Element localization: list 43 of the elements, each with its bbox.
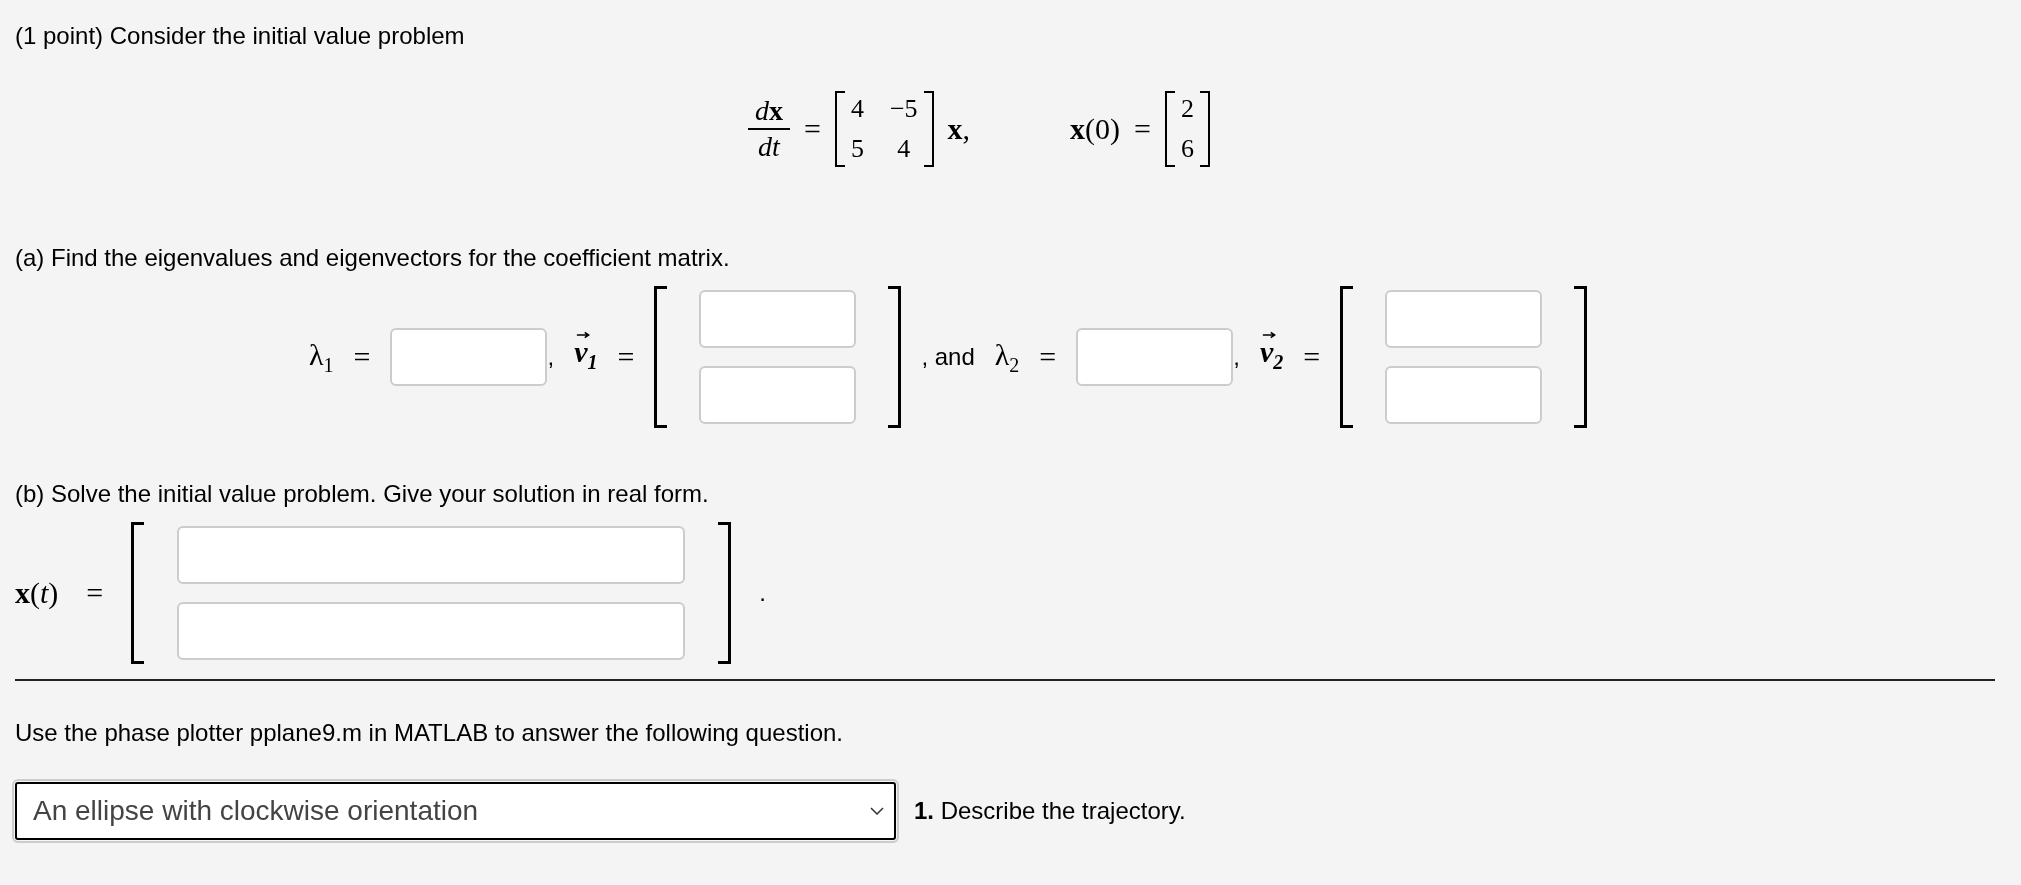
vector-symbol: v$_{2}$ [1259,339,1284,375]
answer-field[interactable] [1385,290,1543,348]
arrow-icon [576,331,591,339]
matrix-entry: 2 [1181,93,1194,125]
answer-field[interactable] [390,328,548,386]
matrix-entry: 4 [896,133,912,165]
answer-dropdown[interactable]: An ellipse with clockwise orientation [15,782,896,840]
matrix-entry: 5 [850,133,864,165]
fraction-numerator: dx [755,94,783,128]
answer-field[interactable] [1385,366,1543,424]
math-expression: = [1134,112,1151,146]
arrow-icon [1261,331,1276,339]
math-expression: = [617,340,635,374]
question-text: 1. Describe the trajectory. [914,797,1186,825]
vector-symbol: v$_{1}$ [574,339,598,375]
math-expression: = [1303,340,1321,374]
math-expression: x(0) [1070,112,1121,146]
text-label: , and [921,343,975,371]
matrix-entry: 4 [850,93,864,125]
math-expression: λ$_{2}$ [994,337,1020,377]
math-expression: x(t) [15,576,59,610]
question-title: (1 point) Consider the initial value problem [15,21,466,51]
math-expression: λ$_{1}$ [309,337,334,377]
math-expression: = [804,112,821,146]
text-label: , [547,343,555,371]
part-heading: (a) Find the eigenvalues and eigenvectors for the coefficient matrix. [15,243,731,273]
answer-field[interactable] [177,602,686,660]
math-expression: = [353,340,371,374]
matrix-entry: 6 [1181,133,1194,165]
answer-field[interactable] [177,526,686,584]
math-expression: x, [947,112,971,146]
fraction-denominator: dt [758,130,780,164]
answer-field[interactable] [699,366,857,424]
math-expression: = [86,576,104,610]
matrix-entry: −5 [889,93,918,125]
chevron-down-icon [870,807,884,815]
text-label: , [1233,343,1240,371]
instruction-text: Use the phase plotter pplane9.m in MATLAB to answer the following question. [15,718,845,748]
answer-field[interactable] [699,290,857,348]
part-heading: (b) Solve the initial value problem. Give your solution in real form. [15,479,710,509]
math-expression: = [1039,340,1057,374]
text-label: . [759,579,766,607]
answer-field[interactable] [1076,328,1234,386]
